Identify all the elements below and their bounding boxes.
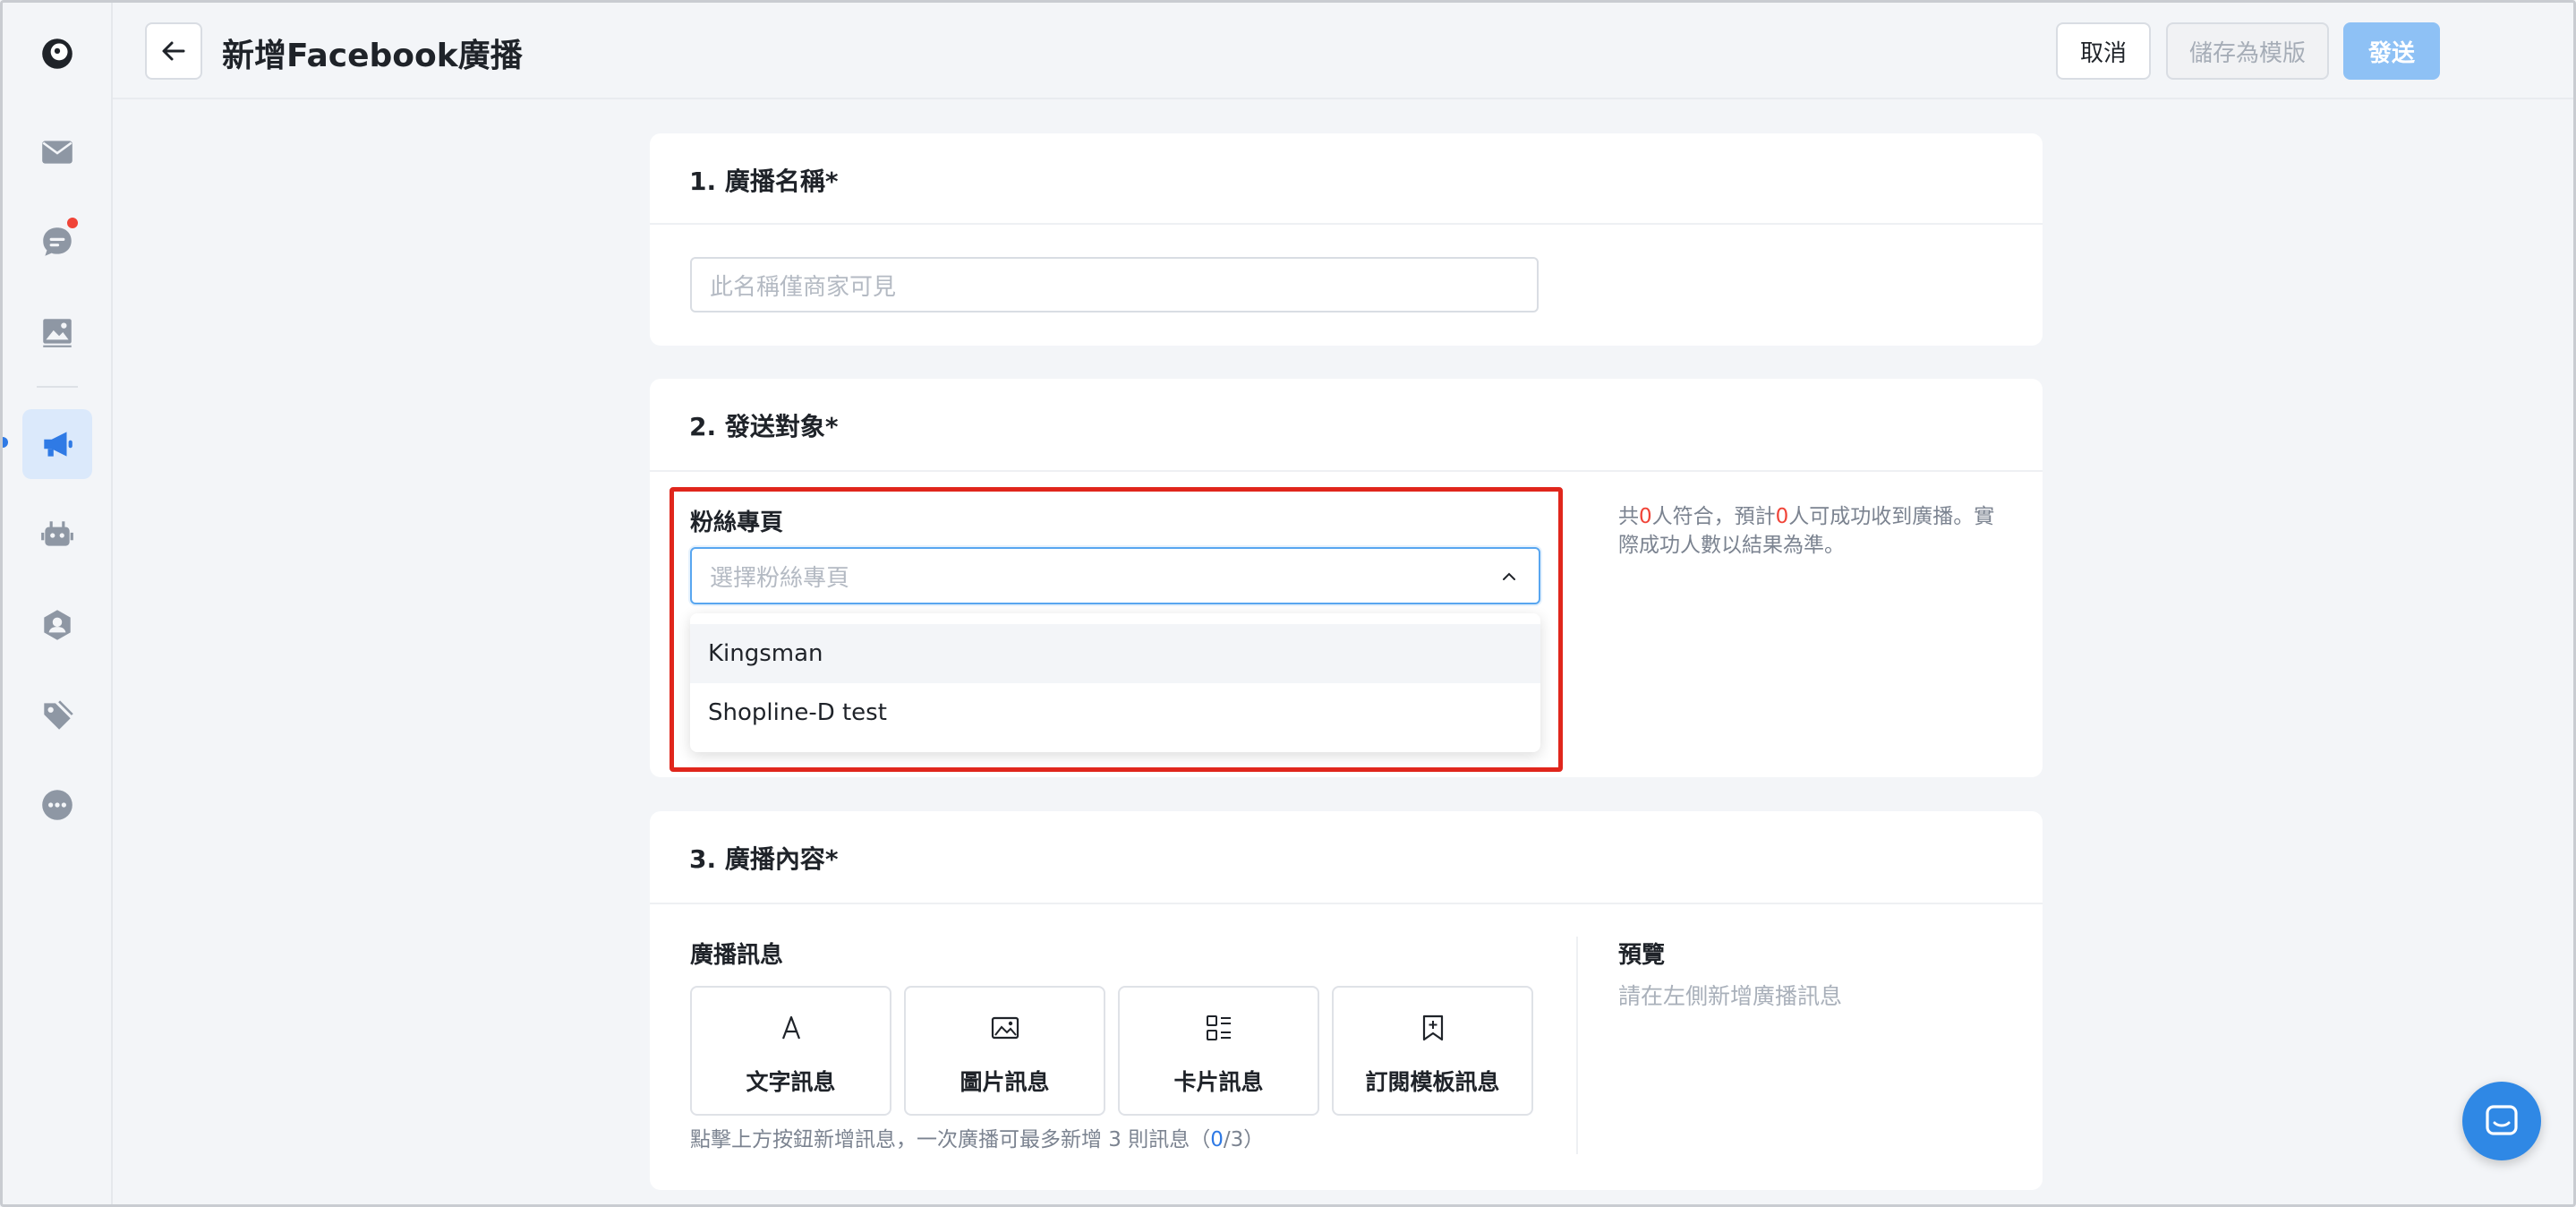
message-limit-hint: 點擊上方按鈕新增訊息，一次廣播可最多新增 3 則訊息（0/3） (690, 1128, 1265, 1151)
sidebar (3, 3, 113, 1204)
messages-label: 廣播訊息 (690, 942, 784, 969)
inbox-icon[interactable] (22, 117, 92, 187)
preview-label: 預覽 (1618, 942, 1666, 969)
arrow-left-icon (162, 41, 185, 61)
card-list-icon (1206, 1015, 1231, 1040)
broadcast-megaphone-icon[interactable] (22, 409, 92, 479)
bookmark-add-icon (1422, 1014, 1443, 1041)
section-title: 3. 廣播內容* (689, 844, 839, 874)
message-count: 0 (1210, 1128, 1224, 1151)
section-divider (650, 470, 2043, 472)
text-icon (781, 1015, 800, 1040)
broadcast-name-input[interactable]: 此名稱僅商家可見 (690, 257, 1539, 312)
fanpage-label: 粉絲專頁 (690, 509, 784, 536)
tag-icon[interactable] (22, 680, 92, 749)
save-as-template-button[interactable]: 儲存為模版 (2166, 22, 2329, 80)
audience-summary: 共0人符合，預計0人可成功收到廣播。實際成功人數以結果為準。 (1618, 505, 1995, 557)
section-title: 2. 發送對象* (689, 412, 839, 441)
preview-empty-text: 請在左側新增廣播訊息 (1618, 983, 1843, 1009)
image-icon (991, 1016, 1019, 1040)
section-divider (650, 903, 2043, 904)
section-divider (650, 223, 2043, 225)
add-image-message-button[interactable]: 圖片訊息 (904, 986, 1105, 1116)
app-logo-icon[interactable] (22, 19, 92, 89)
broadcast-name-card: 1. 廣播名稱* (650, 133, 2043, 346)
app-window: 新增Facebook廣播 取消 儲存為模版 發送 1. 廣播名稱* 此名稱僅商家… (0, 0, 2576, 1207)
fanpage-select-placeholder: 選擇粉絲專頁 (710, 564, 850, 592)
gallery-icon[interactable] (22, 297, 92, 367)
preview-divider (1576, 937, 1578, 1154)
matched-count: 0 (1639, 505, 1652, 528)
support-chat-button[interactable] (2462, 1082, 2541, 1160)
fanpage-dropdown-menu: Kingsman Shopline-D test (690, 613, 1540, 752)
section-title: 1. 廣播名稱* (689, 167, 839, 196)
reach-count: 0 (1775, 505, 1789, 528)
sidebar-divider (37, 386, 78, 388)
fanpage-option[interactable]: Kingsman (690, 624, 1540, 683)
back-button[interactable] (145, 22, 202, 80)
chat-icon[interactable] (22, 207, 92, 277)
notification-badge (65, 216, 80, 230)
cancel-button[interactable]: 取消 (2056, 22, 2151, 80)
contacts-icon[interactable] (22, 590, 92, 660)
add-text-message-button[interactable]: 文字訊息 (690, 986, 891, 1116)
chat-bubble-icon (2486, 1105, 2518, 1135)
page-title: 新增Facebook廣播 (222, 38, 523, 74)
robot-icon[interactable] (22, 500, 92, 569)
more-icon[interactable] (22, 770, 92, 840)
active-indicator (3, 437, 8, 448)
add-card-message-button[interactable]: 卡片訊息 (1118, 986, 1319, 1116)
fanpage-select[interactable]: 選擇粉絲專頁 (690, 547, 1540, 604)
send-button[interactable]: 發送 (2343, 22, 2440, 80)
chevron-up-icon (1503, 572, 1515, 580)
fanpage-option[interactable]: Shopline-D test (690, 683, 1540, 742)
add-subscription-template-button[interactable]: 訂閱模板訊息 (1332, 986, 1533, 1116)
